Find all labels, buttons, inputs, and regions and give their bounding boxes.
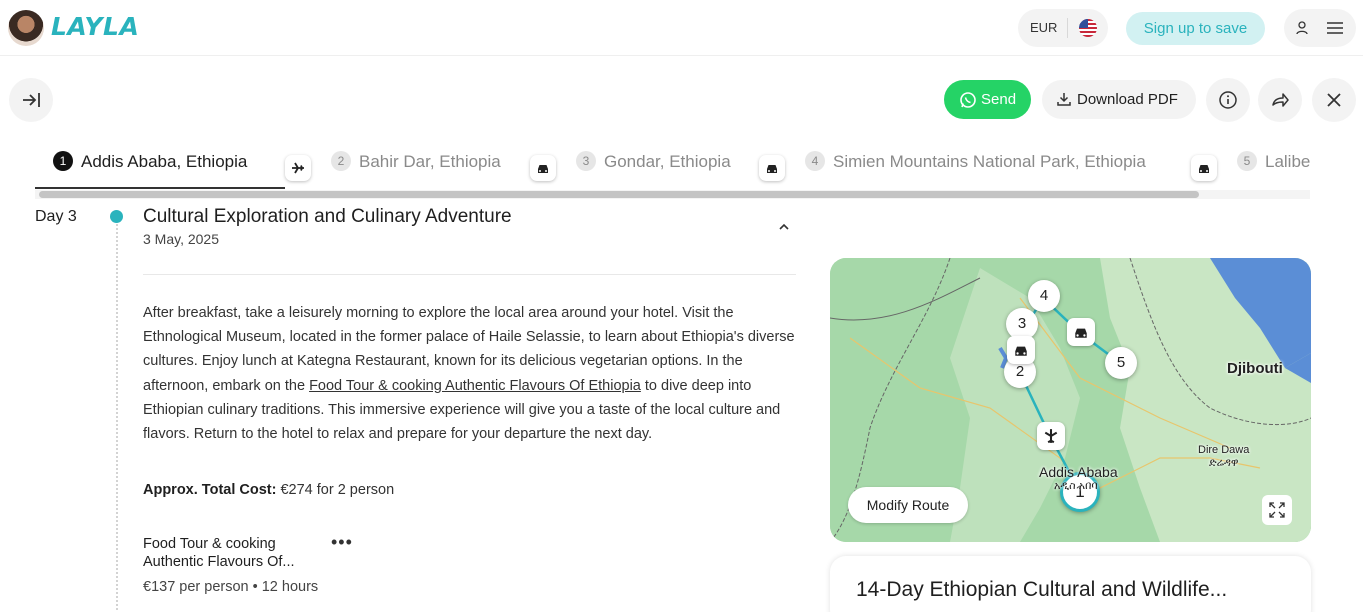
day-title: Cultural Exploration and Culinary Advent… xyxy=(143,206,512,227)
plane-icon xyxy=(1044,429,1058,444)
route-map[interactable]: 4 3 2 5 1 Djibouti Addis Ababa አዲስ አበባ D… xyxy=(830,258,1311,542)
info-icon xyxy=(1219,91,1237,109)
car-icon xyxy=(1015,346,1027,356)
food-tour-link[interactable]: Food Tour & cooking Authentic Flavours O… xyxy=(309,378,641,394)
currency-label: EUR xyxy=(1030,20,1058,35)
send-label: Send xyxy=(981,91,1017,108)
chevron-up-icon[interactable] xyxy=(777,222,791,232)
transport-car[interactable] xyxy=(759,155,785,181)
expand-icon xyxy=(1269,502,1285,518)
map-car-marker[interactable] xyxy=(1067,318,1095,346)
whatsapp-send-button[interactable]: Send xyxy=(944,80,1031,119)
timeline-line xyxy=(116,224,118,612)
map-label-addis-amharic: አዲስ አበባ xyxy=(1054,480,1098,492)
map-label-dire-dawa: Dire Dawa xyxy=(1198,444,1250,456)
top-header: LAYLA EUR Sign up to save xyxy=(0,0,1363,56)
map-label-dire-dawa-amharic: ድሬዳዋ xyxy=(1209,457,1239,469)
car-icon xyxy=(1075,328,1087,338)
car-icon xyxy=(767,165,777,173)
route-stop-4[interactable]: 4 xyxy=(1028,280,1060,312)
share-button[interactable] xyxy=(1258,78,1302,122)
route-stop-5[interactable]: 5 xyxy=(1105,347,1137,379)
download-pdf-label: Download PDF xyxy=(1077,91,1178,108)
tab-label: Lalibe xyxy=(1265,152,1310,171)
close-icon xyxy=(1327,93,1341,107)
tab-label: Bahir Dar, Ethiopia xyxy=(359,152,501,171)
close-button[interactable] xyxy=(1312,78,1356,122)
modify-route-button[interactable]: Modify Route xyxy=(848,487,968,523)
activity-meta: €137 per person • 12 hours xyxy=(143,579,319,595)
share-arrow-icon xyxy=(1272,93,1289,107)
tab-label: Addis Ababa, Ethiopia xyxy=(81,152,248,171)
sign-up-button[interactable]: Sign up to save xyxy=(1126,12,1265,45)
tab-number: 4 xyxy=(805,151,825,171)
tab-gondar[interactable]: 3 Gondar, Ethiopia xyxy=(576,151,731,177)
cost-label: Approx. Total Cost: xyxy=(143,482,277,498)
total-cost: Approx. Total Cost: €274 for 2 person xyxy=(143,482,394,498)
tab-addis-ababa[interactable]: 1 Addis Ababa, Ethiopia xyxy=(53,151,247,177)
activity-title[interactable]: Food Tour & cooking Authentic Flavours O… xyxy=(143,535,323,571)
info-button[interactable] xyxy=(1206,78,1250,122)
download-icon xyxy=(1057,93,1071,106)
tab-bahir-dar[interactable]: 2 Bahir Dar, Ethiopia xyxy=(331,151,501,177)
tabs-scrollbar[interactable] xyxy=(39,191,1199,198)
collapse-arrow-icon xyxy=(23,93,40,107)
timeline-dot xyxy=(110,210,123,223)
collapse-panel-button[interactable] xyxy=(9,78,53,122)
day-label: Day 3 xyxy=(35,208,77,225)
currency-divider xyxy=(1067,18,1068,38)
car-icon xyxy=(538,165,548,173)
tab-lalibela[interactable]: 5 Lalibe xyxy=(1237,151,1310,177)
cost-value: €274 for 2 person xyxy=(276,482,395,498)
tab-number: 3 xyxy=(576,151,596,171)
map-car-marker[interactable] xyxy=(1007,336,1035,364)
layla-avatar[interactable] xyxy=(8,10,44,46)
day-description: After breakfast, take a leisurely mornin… xyxy=(143,301,798,446)
tab-label: Simien Mountains National Park, Ethiopia xyxy=(833,152,1146,171)
whatsapp-icon xyxy=(960,92,976,108)
active-tab-indicator xyxy=(35,187,285,189)
download-pdf-button[interactable]: Download PDF xyxy=(1042,80,1196,119)
layla-logo[interactable]: LAYLA xyxy=(51,12,139,41)
account-menu[interactable] xyxy=(1284,9,1356,47)
tab-number: 1 xyxy=(53,151,73,171)
transport-car[interactable] xyxy=(530,155,556,181)
tab-number: 5 xyxy=(1237,151,1257,171)
map-plane-marker[interactable] xyxy=(1037,422,1065,450)
transport-plane[interactable] xyxy=(285,155,311,181)
currency-selector[interactable]: EUR xyxy=(1018,9,1108,47)
map-label-djibouti: Djibouti xyxy=(1227,360,1283,377)
activity-more-button[interactable]: ••• xyxy=(331,532,353,553)
section-divider xyxy=(143,274,796,275)
map-label-addis-ababa: Addis Ababa xyxy=(1039,464,1118,480)
destination-tabs: 1 Addis Ababa, Ethiopia 2 Bahir Dar, Ethio… xyxy=(35,143,1310,199)
trip-title: 14-Day Ethiopian Cultural and Wildlife..… xyxy=(856,578,1228,601)
day-date: 3 May, 2025 xyxy=(143,231,220,247)
user-icon xyxy=(1296,21,1308,35)
car-icon xyxy=(1199,165,1209,173)
hamburger-menu-icon xyxy=(1327,22,1343,34)
plane-icon xyxy=(292,162,304,174)
tab-number: 2 xyxy=(331,151,351,171)
tab-label: Gondar, Ethiopia xyxy=(604,152,731,171)
transport-car[interactable] xyxy=(1191,155,1217,181)
tab-simien-mountains[interactable]: 4 Simien Mountains National Park, Ethiopi… xyxy=(805,151,1146,177)
expand-map-button[interactable] xyxy=(1262,495,1292,525)
trip-summary-card[interactable]: 14-Day Ethiopian Cultural and Wildlife..… xyxy=(830,556,1311,612)
us-flag-icon xyxy=(1079,19,1097,37)
